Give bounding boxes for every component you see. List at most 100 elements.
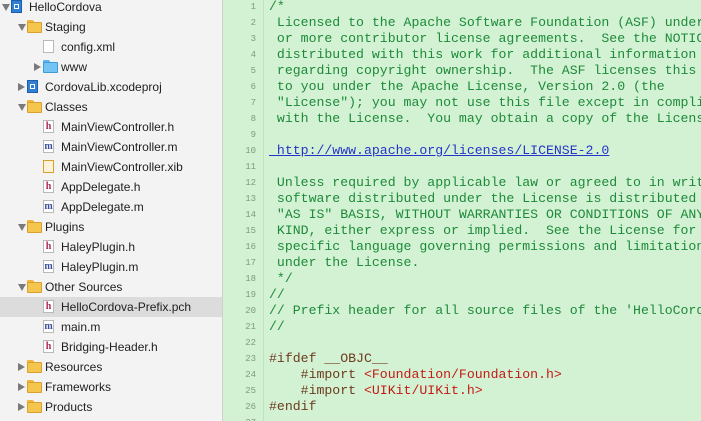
line-number: 19: [245, 290, 256, 300]
navigator-item[interactable]: Staging: [0, 17, 222, 37]
header-file-icon: h: [43, 180, 54, 193]
line-number: 13: [245, 194, 256, 204]
code-line: #import <Foundation/Foundation.h>: [269, 367, 562, 383]
navigator-item-label: MainViewController.xib: [61, 160, 183, 174]
navigator-item-label: HelloCordova-Prefix.pch: [61, 300, 192, 314]
line-number: 18: [245, 274, 256, 284]
navigator-item[interactable]: CordovaLib.xcodeproj: [0, 77, 222, 97]
navigator-item[interactable]: Classes: [0, 97, 222, 117]
disclosure-open-icon[interactable]: [2, 4, 10, 11]
line-number: 26: [245, 402, 256, 412]
license-link[interactable]: http://www.apache.org/licenses/LICENSE-2…: [269, 143, 609, 159]
navigator-item-label: Other Sources: [45, 280, 123, 294]
line-number: 5: [250, 66, 256, 76]
disclosure-closed-icon[interactable]: [34, 63, 41, 71]
code-line: Unless required by applicable law or agr…: [269, 175, 701, 190]
navigator-item[interactable]: Frameworks: [0, 377, 222, 397]
line-number: 12: [245, 178, 256, 188]
code-line: //: [269, 287, 285, 302]
line-number: 22: [245, 338, 256, 348]
code-line: to you under the Apache License, Version…: [269, 79, 665, 94]
navigator-item[interactable]: Other Sources: [0, 277, 222, 297]
navigator-item-label: Resources: [45, 360, 103, 374]
line-number: 20: [245, 306, 256, 316]
code-line: or more contributor license agreements. …: [276, 31, 701, 46]
navigator-item[interactable]: m MainViewController.m: [0, 137, 222, 157]
navigator-item[interactable]: HelloCordova: [0, 0, 222, 17]
disclosure-closed-icon[interactable]: [18, 383, 25, 391]
navigator-item-label: Plugins: [45, 220, 85, 234]
folder-icon: [27, 20, 42, 34]
xib-file-icon: [43, 160, 54, 173]
code-line: #ifdef __OBJC__: [269, 351, 388, 366]
line-number: 7: [250, 98, 256, 108]
code-keyword: #import: [269, 383, 364, 398]
navigator-item-label: HaleyPlugin.m: [61, 260, 139, 274]
disclosure-closed-icon[interactable]: [18, 403, 25, 411]
line-number: 4: [250, 50, 256, 60]
line-number: 24: [245, 370, 256, 380]
navigator-item-label: config.xml: [61, 40, 116, 54]
navigator-item-label: CordovaLib.xcodeproj: [45, 80, 162, 94]
navigator-item[interactable]: www: [0, 57, 222, 77]
disclosure-open-icon[interactable]: [18, 224, 26, 231]
disclosure-open-icon[interactable]: [18, 104, 26, 111]
navigator-item[interactable]: m AppDelegate.m: [0, 197, 222, 217]
code-line: Licensed to the Apache Software Foundati…: [269, 15, 701, 30]
objc-file-icon: m: [43, 140, 54, 153]
navigator-item-label: www: [61, 60, 87, 74]
header-file-icon: h: [43, 300, 54, 313]
navigator-item-label: HaleyPlugin.h: [61, 240, 136, 254]
disclosure-closed-icon[interactable]: [18, 363, 25, 371]
navigator-item[interactable]: h HaleyPlugin.h: [0, 237, 222, 257]
code-line: /*: [269, 0, 285, 14]
navigator-item-label: MainViewController.h: [61, 120, 175, 134]
line-number: 27: [245, 415, 256, 421]
code-line: // Prefix header for all source files of…: [269, 303, 701, 318]
line-number: 2: [250, 18, 256, 28]
line-number: 23: [245, 354, 256, 364]
navigator-item[interactable]: h AppDelegate.h: [0, 177, 222, 197]
folder-icon: [27, 400, 42, 414]
navigator-item-label: AppDelegate.m: [61, 200, 144, 214]
code-line: #import <UIKit/UIKit.h>: [269, 383, 483, 399]
xcode-project-icon: [11, 0, 22, 13]
disclosure-open-icon[interactable]: [18, 24, 26, 31]
blue-folder-icon: [43, 60, 58, 74]
code-string: <Foundation/Foundation.h>: [363, 367, 562, 382]
code-line: regarding copyright ownership. The ASF l…: [269, 63, 701, 78]
navigator-item[interactable]: m main.m: [0, 317, 222, 337]
navigator-item[interactable]: h HelloCordova-Prefix.pch: [0, 297, 222, 317]
navigator-item[interactable]: h Bridging-Header.h: [0, 337, 222, 357]
line-number: 14: [245, 210, 256, 220]
code-keyword: #import: [269, 367, 364, 382]
navigator-item[interactable]: h MainViewController.h: [0, 117, 222, 137]
navigator-item[interactable]: Plugins: [0, 217, 222, 237]
navigator-item[interactable]: Resources: [0, 357, 222, 377]
objc-file-icon: m: [43, 260, 54, 273]
navigator-item[interactable]: m HaleyPlugin.m: [0, 257, 222, 277]
code-line: under the License.: [269, 255, 420, 270]
code-string: <UIKit/UIKit.h>: [363, 383, 483, 398]
code-line: "AS IS" BASIS, WITHOUT WARRANTIES OR CON…: [269, 207, 701, 222]
line-number: 21: [245, 322, 256, 332]
code-line: KIND, either express or implied. See the…: [269, 223, 701, 238]
folder-icon: [27, 360, 42, 374]
navigator-item[interactable]: MainViewController.xib: [0, 157, 222, 177]
line-number: 10: [245, 146, 256, 156]
line-number: 6: [250, 82, 256, 92]
code-line: specific language governing permissions …: [269, 239, 701, 254]
line-number: 25: [245, 386, 256, 396]
disclosure-closed-icon[interactable]: [18, 83, 25, 91]
source-editor[interactable]: 1 2 3 4 5 6 7 8 9 10 11 12 13 14 15 16 17 18 19 20 21 22 23 24 2…: [223, 0, 701, 421]
header-file-icon: h: [43, 240, 54, 253]
navigator-item[interactable]: Products: [0, 397, 222, 417]
navigator-item-label: MainViewController.m: [61, 140, 178, 154]
navigator-item[interactable]: config.xml: [0, 37, 222, 57]
disclosure-open-icon[interactable]: [18, 284, 26, 291]
xml-file-icon: [43, 40, 54, 53]
line-number: 1: [250, 2, 256, 12]
objc-file-icon: m: [43, 320, 54, 333]
header-file-icon: h: [43, 340, 54, 353]
line-number-gutter: 1 2 3 4 5 6 7 8 9 10 11 12 13 14 15 16 17 18 19 20 21 22 23 24 2…: [223, 0, 264, 421]
